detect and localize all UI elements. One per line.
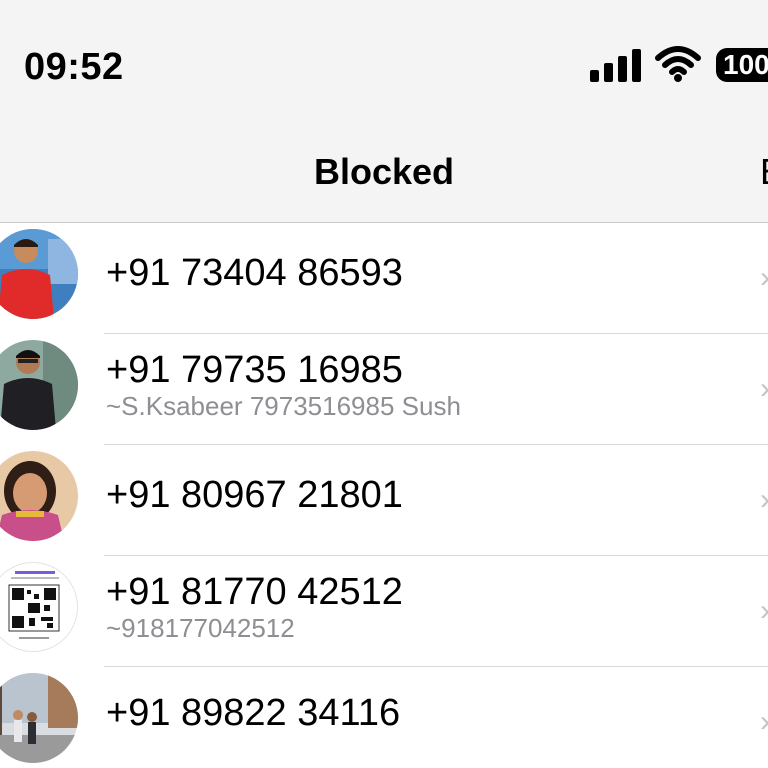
blocked-contacts-screen: 09:52 100 Blocked E — [0, 0, 768, 768]
list-item[interactable]: +91 73404 86593 › — [0, 223, 768, 334]
list-item[interactable]: +91 89822 34116 › — [0, 667, 768, 768]
page-title: Blocked — [313, 151, 455, 192]
battery-level: 100 — [723, 49, 768, 80]
chevron-right-icon: › — [760, 268, 768, 288]
person-red-shirt-avatar — [0, 229, 78, 319]
street-couple-avatar — [0, 673, 78, 763]
phone-number: +91 80967 21801 — [106, 474, 403, 516]
contact-subtitle: ~S.Ksabeer 7973516985 Sush — [106, 391, 461, 421]
chevron-right-icon: › — [760, 712, 768, 732]
phone-number: +91 89822 34116 — [106, 692, 401, 734]
edit-button[interactable]: E — [760, 148, 768, 196]
blocked-list: +91 73404 86593 › +91 79735 16985 ~S.Ksa… — [0, 223, 768, 768]
battery-icon: 100 — [716, 48, 768, 82]
list-item[interactable]: +91 79735 16985 ~S.Ksabeer 7973516985 Su… — [0, 334, 768, 445]
chevron-right-icon: › — [760, 601, 768, 621]
list-item[interactable]: +91 81770 42512 ~918177042512 › — [0, 556, 768, 667]
chevron-right-icon: › — [760, 379, 768, 399]
qr-code-avatar — [0, 562, 78, 652]
phone-number: +91 73404 86593 — [106, 252, 403, 294]
phone-number: +91 81770 42512 — [106, 571, 403, 613]
contact-subtitle: ~918177042512 — [106, 613, 295, 643]
status-time: 09:52 — [24, 46, 124, 88]
cellular-signal-icon — [590, 48, 642, 82]
phone-number: +91 79735 16985 — [106, 349, 403, 391]
person-black-jacket-avatar — [0, 340, 78, 430]
chevron-right-icon: › — [760, 490, 768, 510]
wifi-icon — [654, 44, 702, 84]
list-item[interactable]: +91 80967 21801 › — [0, 445, 768, 556]
header-area: 09:52 100 Blocked E — [0, 0, 768, 223]
child-portrait-avatar — [0, 451, 78, 541]
